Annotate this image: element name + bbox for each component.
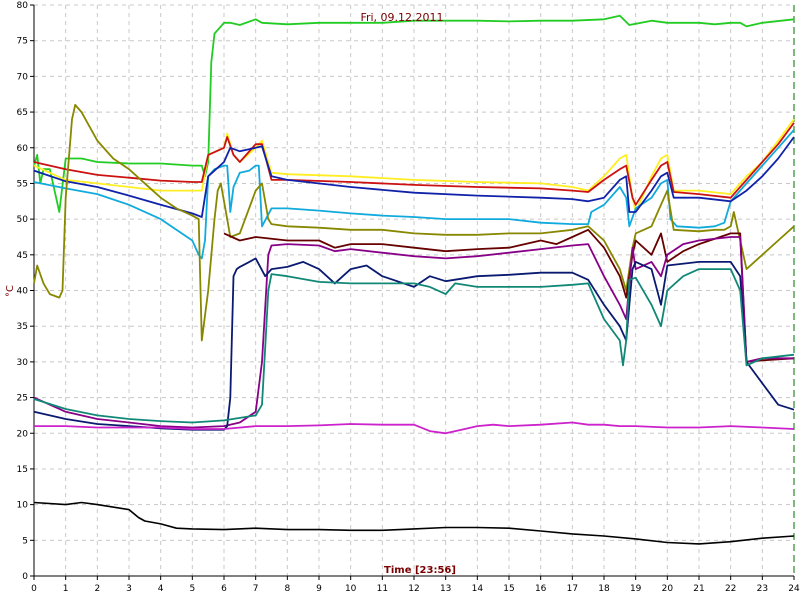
y-tick-label: 0	[22, 572, 28, 582]
x-tick-label: 13	[440, 584, 451, 594]
chart-canvas: 0 1 2 3 4 5 6 7 8 9 10 11 12 13 14 15 16 17 18 19 20 21 22 23 24…	[0, 0, 800, 600]
x-tick-label: 19	[630, 584, 642, 594]
x-tick-label: 15	[503, 584, 514, 594]
y-tick-label: 20	[17, 429, 29, 439]
x-tick-label: 6	[221, 584, 227, 594]
y-tick-label: 5	[22, 536, 28, 546]
y-axis-title: °C	[5, 285, 16, 297]
y-tick-label: 65	[17, 108, 28, 118]
y-tick-label: 15	[17, 465, 28, 475]
x-tick-label: 0	[31, 584, 37, 594]
x-tick-label: 20	[662, 584, 674, 594]
y-tick-label: 40	[17, 287, 29, 297]
x-tick-label: 14	[472, 584, 484, 594]
x-tick-label: 12	[408, 584, 419, 594]
x-tick-label: 2	[94, 584, 100, 594]
x-tick-label: 18	[598, 584, 610, 594]
y-tick-label: 30	[17, 358, 29, 368]
x-tick-label: 9	[316, 584, 322, 594]
x-tick-label: 1	[63, 584, 69, 594]
x-tick-label: 3	[126, 584, 132, 594]
y-tick-label: 25	[17, 394, 28, 404]
x-tick-label: 22	[725, 584, 736, 594]
x-tick-label: 16	[535, 584, 547, 594]
temperature-chart: 0 1 2 3 4 5 6 7 8 9 10 11 12 13 14 15 16 17 18 19 20 21 22 23 24…	[0, 0, 800, 600]
x-tick-label: 21	[693, 584, 704, 594]
x-axis-title: Time [23:56]	[384, 565, 456, 576]
y-tick-label: 45	[17, 251, 28, 261]
y-tick-label: 70	[17, 72, 29, 82]
y-tick-label: 75	[17, 37, 28, 47]
x-tick-label: 17	[567, 584, 578, 594]
chart-background	[0, 0, 800, 600]
y-tick-label: 60	[17, 144, 29, 154]
x-tick-label: 10	[345, 584, 357, 594]
y-tick-label: 35	[17, 322, 28, 332]
x-tick-label: 7	[253, 584, 259, 594]
chart-title: Fri, 09.12.2011	[360, 11, 443, 24]
y-tick-label: 55	[17, 179, 28, 189]
y-tick-label: 10	[17, 501, 29, 511]
x-tick-label: 4	[158, 584, 164, 594]
y-tick-label: 80	[17, 1, 29, 11]
x-tick-label: 24	[788, 584, 800, 594]
x-tick-label: 11	[377, 584, 388, 594]
x-tick-label: 8	[284, 584, 290, 594]
y-tick-label: 50	[17, 215, 29, 225]
x-tick-label: 5	[189, 584, 195, 594]
x-tick-label: 23	[757, 584, 768, 594]
